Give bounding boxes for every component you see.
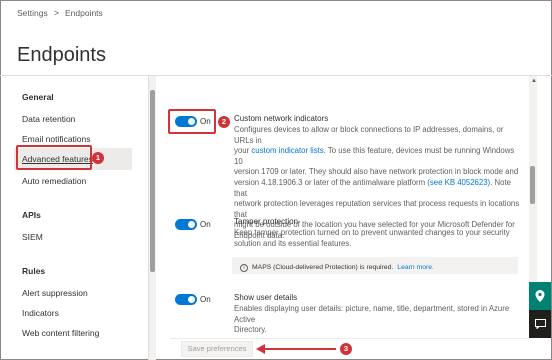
feature-title: Tamper protection bbox=[234, 217, 299, 226]
chat-bubble-icon bbox=[534, 319, 546, 329]
annotation-badge-3: 3 bbox=[340, 343, 352, 355]
desc-line: version 1709 or later. They should also … bbox=[234, 167, 519, 177]
toggle-label: On bbox=[200, 220, 211, 229]
scrollbar-thumb[interactable] bbox=[530, 166, 535, 204]
footer-divider bbox=[170, 338, 529, 339]
toggle-label: On bbox=[200, 295, 211, 304]
kb-4052623-link[interactable]: (see KB 4052623) bbox=[427, 178, 490, 187]
nav-item-siem[interactable]: SIEM bbox=[22, 232, 43, 242]
nav-item-indicators[interactable]: Indicators bbox=[22, 308, 59, 318]
desc-line: your custom indicator lists. To use this… bbox=[234, 146, 524, 167]
location-pin-icon bbox=[535, 290, 545, 302]
help-icon[interactable] bbox=[529, 282, 551, 310]
annotation-arrow-3 bbox=[262, 348, 336, 350]
nav-item-auto-remediation[interactable]: Auto remediation bbox=[22, 176, 86, 186]
desc-line: version 4.18.1906.3 or later of the anti… bbox=[234, 178, 524, 199]
feature-title: Custom network indicators bbox=[234, 114, 329, 123]
nav-group-general: General bbox=[22, 92, 54, 102]
breadcrumb-separator: > bbox=[53, 8, 59, 18]
desc-line: Directory. bbox=[234, 325, 267, 335]
desc-line: Enables displaying user details: picture… bbox=[234, 304, 510, 324]
nav-group-apis: APIs bbox=[22, 210, 41, 220]
desc-text: version 4.18.1906.3 or later of the anti… bbox=[234, 177, 428, 187]
nav-item-alert-suppression[interactable]: Alert suppression bbox=[22, 288, 88, 298]
tamper-protection-toggle[interactable] bbox=[175, 219, 197, 230]
breadcrumb-settings[interactable]: Settings bbox=[17, 8, 48, 18]
feature-description: Keep tamper protection turned on to prev… bbox=[234, 228, 524, 249]
nav-group-rules: Rules bbox=[22, 266, 46, 276]
page-title: Endpoints bbox=[17, 44, 106, 66]
learn-more-link[interactable]: Learn more. bbox=[397, 264, 434, 271]
annotation-badge-2: 2 bbox=[218, 116, 230, 128]
info-bar-text: MAPS (Cloud-delivered Protection) is req… bbox=[252, 264, 394, 271]
left-nav-scrollbar[interactable] bbox=[148, 76, 156, 360]
annotation-highlight-advanced-features bbox=[16, 145, 92, 170]
nav-item-data-retention[interactable]: Data retention bbox=[22, 114, 75, 124]
feature-description: Enables displaying user details: picture… bbox=[234, 304, 524, 336]
annotation-arrowhead-icon bbox=[256, 344, 265, 354]
breadcrumb-endpoints: Endpoints bbox=[64, 8, 103, 18]
nav-item-web-content-filtering[interactable]: Web content filtering bbox=[22, 328, 99, 338]
save-preferences-button[interactable]: Save preferences bbox=[181, 341, 253, 357]
desc-line: solution and its essential features. bbox=[234, 238, 352, 248]
scrollbar-thumb[interactable] bbox=[150, 90, 155, 272]
desc-text: your bbox=[234, 146, 252, 156]
feature-title: Show user details bbox=[234, 293, 298, 302]
custom-indicator-lists-link[interactable]: custom indicator lists bbox=[251, 146, 323, 155]
annotation-highlight-toggle bbox=[168, 109, 216, 134]
header-divider bbox=[0, 75, 552, 76]
feedback-icon[interactable] bbox=[529, 310, 551, 338]
annotation-badge-1: 1 bbox=[92, 152, 104, 164]
breadcrumb: Settings > Endpoints bbox=[17, 8, 103, 18]
desc-line: Keep tamper protection turned on to prev… bbox=[234, 228, 510, 237]
info-icon: i bbox=[240, 263, 248, 272]
nav-item-email-notifications[interactable]: Email notifications bbox=[22, 134, 91, 144]
show-user-details-toggle[interactable] bbox=[175, 294, 197, 305]
scroll-up-arrow-icon[interactable]: ▲ bbox=[531, 78, 537, 84]
maps-info-bar: i MAPS (Cloud-delivered Protection) is r… bbox=[232, 257, 518, 274]
desc-line: Configures devices to allow or block con… bbox=[234, 125, 504, 145]
